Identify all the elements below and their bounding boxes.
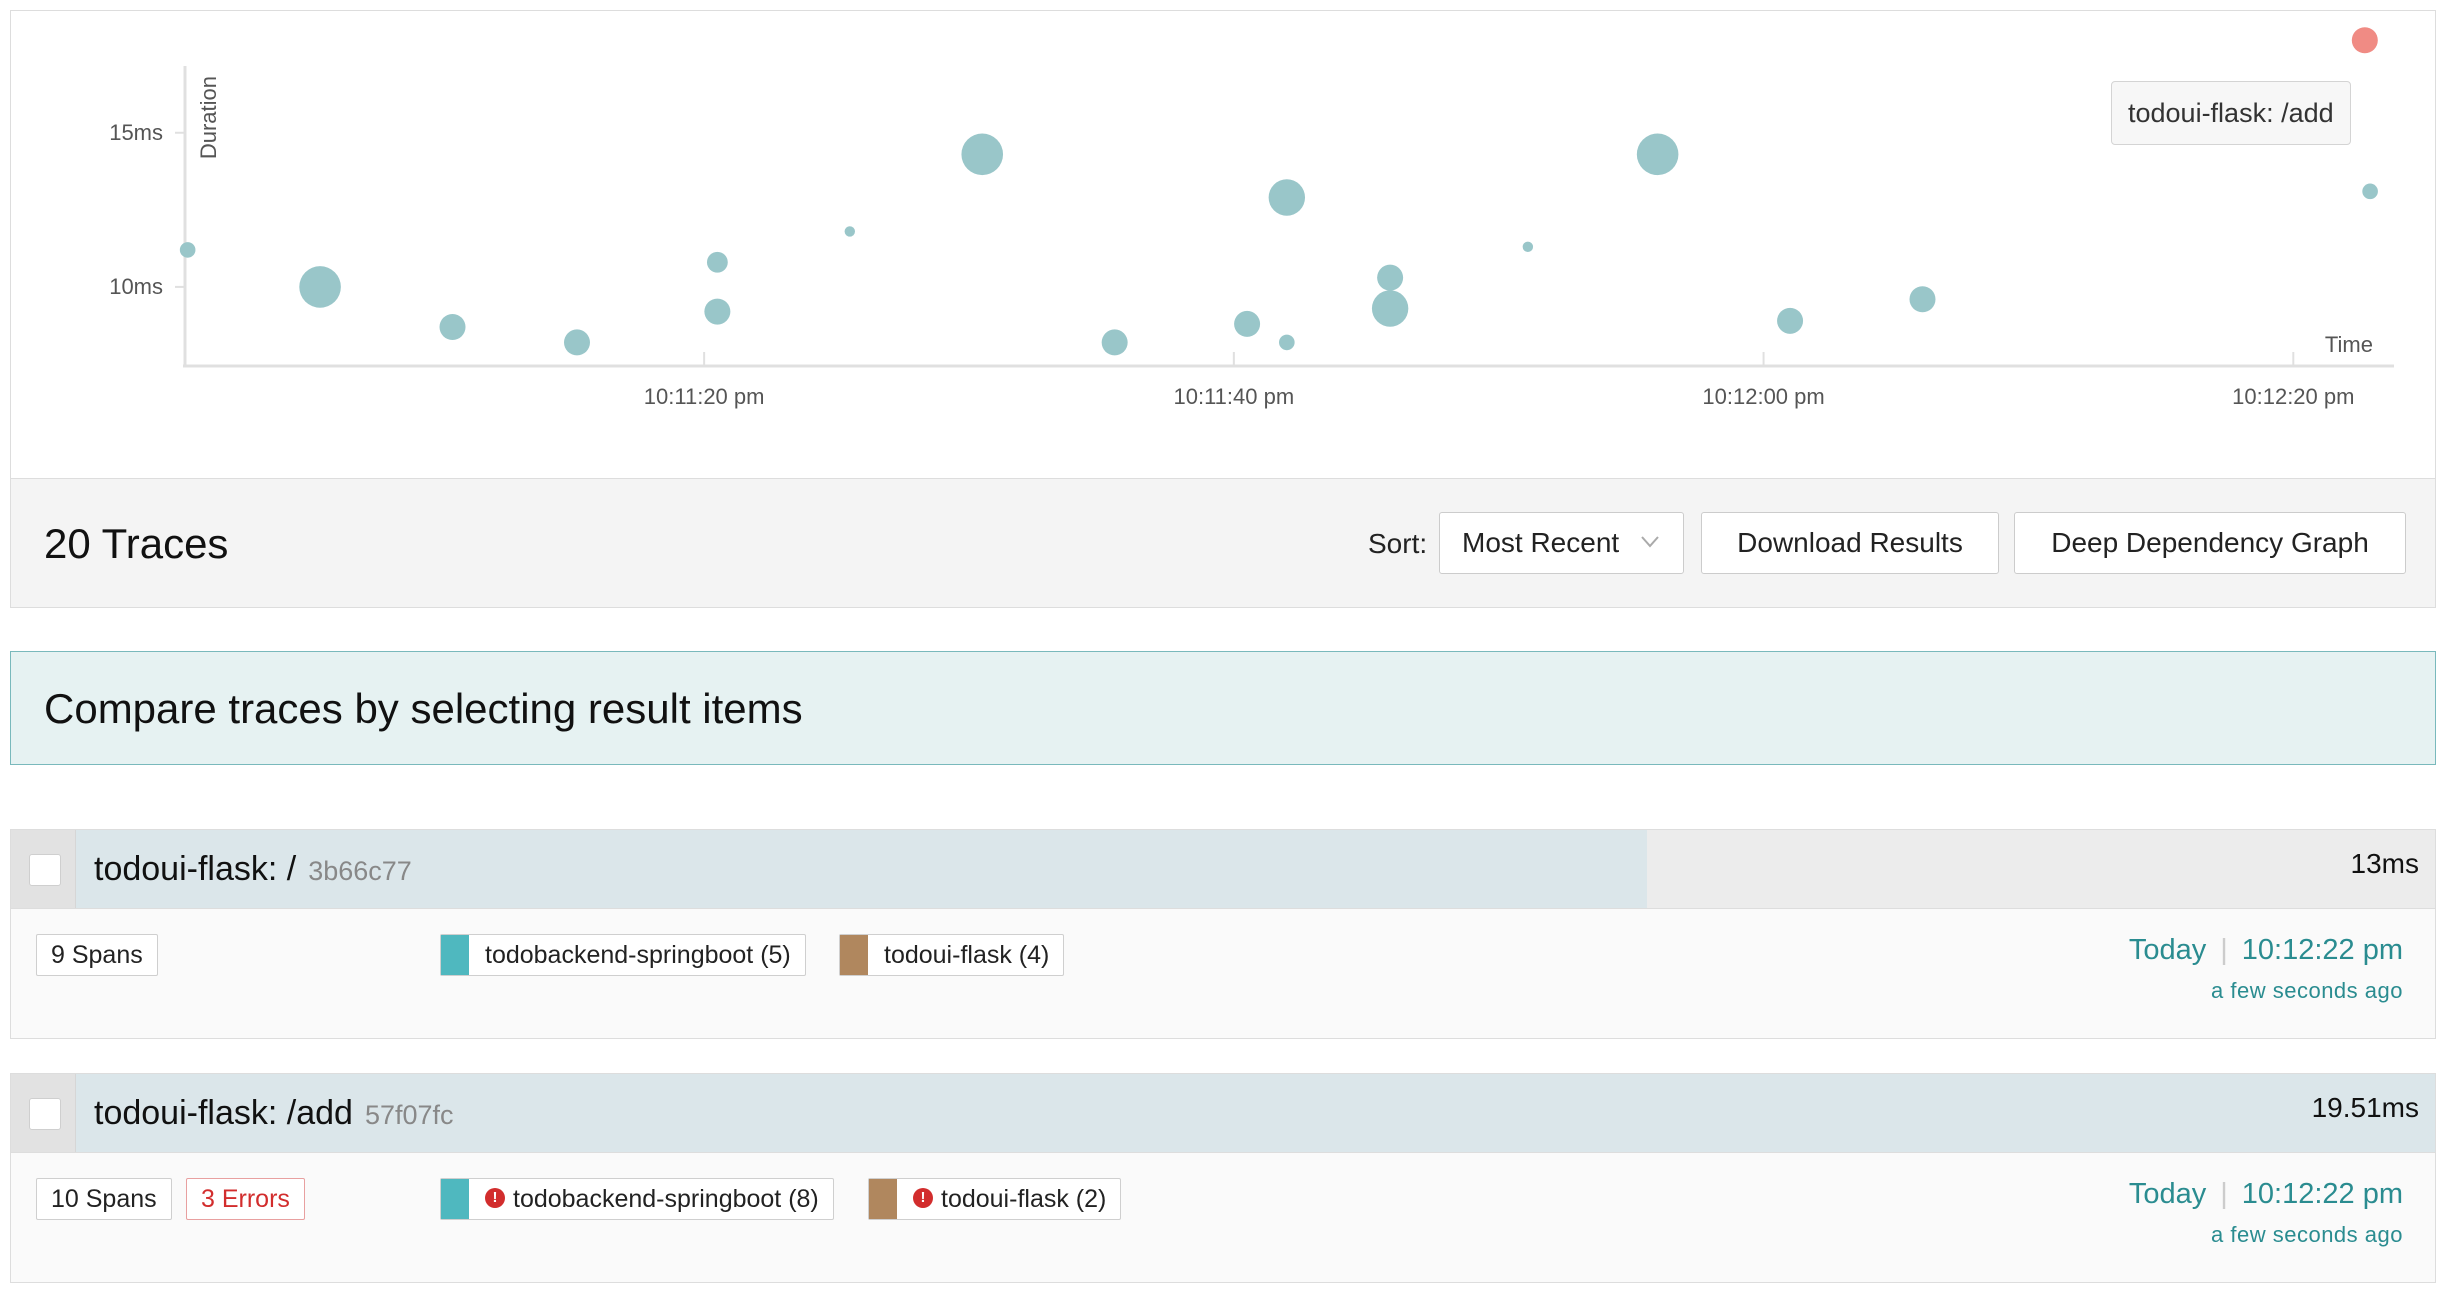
y-axis-label: Duration xyxy=(196,76,221,159)
service-tag: todobackend-springboot (5) xyxy=(440,934,806,976)
trace-point[interactable] xyxy=(1279,334,1295,351)
x-tick-label: 10:11:40 pm xyxy=(1174,384,1295,409)
trace-point[interactable] xyxy=(704,298,731,325)
trace-name: todoui-flask: /add xyxy=(94,1094,353,1132)
trace-name: todoui-flask: / xyxy=(94,850,297,888)
trace-day: Today xyxy=(2128,1178,2207,1210)
trace-day: Today xyxy=(2128,934,2207,966)
trace-scatter-chart: 15ms 10ms 10:11:20 pm 10:11:40 pm 10:12:00 p… xyxy=(10,10,2436,480)
trace-point[interactable] xyxy=(439,314,466,340)
sort-value: Most Recent xyxy=(1462,527,1620,558)
trace-select-checkbox[interactable] xyxy=(29,1098,61,1130)
trace-point[interactable] xyxy=(706,251,728,273)
service-tag: ! todobackend-springboot (8) xyxy=(440,1178,834,1220)
point-tooltip: todoui-flask: /add xyxy=(2111,81,2351,145)
service-color-swatch xyxy=(840,935,868,975)
trace-title[interactable]: todoui-flask: / 3b66c77 xyxy=(94,830,412,910)
service-color-swatch xyxy=(441,935,469,975)
service-tag: ! todoui-flask (2) xyxy=(868,1178,1122,1220)
trace-point[interactable] xyxy=(1371,290,1409,327)
trace-time: 10:12:22 pm xyxy=(2241,1178,2403,1210)
x-tick-label: 10:11:20 pm xyxy=(644,384,765,409)
span-count-badge: 9 Spans xyxy=(36,934,158,976)
trace-id: 3b66c77 xyxy=(308,856,412,886)
trace-point[interactable] xyxy=(844,226,856,237)
service-tag: todoui-flask (4) xyxy=(839,934,1065,976)
trace-point[interactable] xyxy=(961,133,1004,176)
x-tick-label: 10:12:20 pm xyxy=(2232,384,2354,409)
x-axis-label: Time xyxy=(2325,332,2373,357)
service-label: todoui-flask (2) xyxy=(941,1185,1107,1213)
trace-time: 10:12:22 pm xyxy=(2241,934,2403,966)
scatter-plot[interactable]: 15ms 10ms 10:11:20 pm 10:11:40 pm 10:12:00 p… xyxy=(11,11,2435,479)
checkbox-cell xyxy=(11,1074,76,1152)
trace-point[interactable] xyxy=(1522,241,1534,253)
trace-point[interactable] xyxy=(1101,329,1128,356)
trace-duration: 19.51ms xyxy=(2311,1092,2419,1123)
trace-point[interactable] xyxy=(179,242,196,258)
trace-id: 57f07fc xyxy=(364,1100,454,1130)
trace-relative-time: a few seconds ago xyxy=(2211,1222,2403,1247)
trace-result-item[interactable]: todoui-flask: /add 57f07fc 19.51ms 10 Spa… xyxy=(10,1073,2436,1283)
trace-header[interactable]: todoui-flask: / 3b66c77 13ms xyxy=(11,830,2435,909)
trace-point[interactable] xyxy=(1268,179,1306,216)
trace-select-checkbox[interactable] xyxy=(29,854,61,886)
trace-relative-time: a few seconds ago xyxy=(2211,978,2403,1003)
trace-result-item[interactable]: todoui-flask: / 3b66c77 13ms 9 Spans todo… xyxy=(10,829,2436,1039)
trace-point[interactable] xyxy=(1909,286,1936,313)
trace-duration: 13ms xyxy=(2350,848,2419,879)
trace-header[interactable]: todoui-flask: /add 57f07fc 19.51ms xyxy=(11,1074,2435,1153)
compare-banner: Compare traces by selecting result items xyxy=(10,651,2436,765)
trace-timestamp: Today | 10:12:22 pm xyxy=(2128,1178,2403,1210)
error-count-badge: 3 Errors xyxy=(186,1178,305,1220)
highlighted-trace-point[interactable] xyxy=(2351,27,2378,54)
chevron-down-icon xyxy=(1639,513,1661,596)
y-tick-label: 10ms xyxy=(109,274,163,299)
span-count-badge: 10 Spans xyxy=(36,1178,172,1220)
trace-point[interactable] xyxy=(1777,307,1804,334)
service-color-swatch xyxy=(869,1179,897,1219)
service-label: todoui-flask (4) xyxy=(884,941,1050,969)
trace-count-title: 20 Traces xyxy=(44,520,229,567)
results-header: 20 Traces Sort: Most Recent Download Res… xyxy=(10,478,2436,608)
sort-dropdown[interactable]: Most Recent xyxy=(1439,512,1684,574)
trace-point[interactable] xyxy=(1377,264,1404,291)
trace-point[interactable] xyxy=(1234,310,1261,337)
compare-message: Compare traces by selecting result items xyxy=(44,685,803,732)
trace-point[interactable] xyxy=(1636,133,1679,176)
trace-timestamp: Today | 10:12:22 pm xyxy=(2128,934,2403,966)
x-tick-label: 10:12:00 pm xyxy=(1702,384,1824,409)
error-icon: ! xyxy=(913,1188,933,1209)
trace-title[interactable]: todoui-flask: /add 57f07fc xyxy=(94,1074,454,1154)
trace-point[interactable] xyxy=(2362,183,2378,200)
service-label: todobackend-springboot (8) xyxy=(513,1185,819,1213)
checkbox-cell xyxy=(11,830,76,908)
trace-point[interactable] xyxy=(563,329,590,356)
error-icon: ! xyxy=(485,1188,505,1209)
y-tick-label: 15ms xyxy=(109,120,163,145)
deep-dependency-graph-button[interactable]: Deep Dependency Graph xyxy=(2014,512,2406,574)
service-label: todobackend-springboot (5) xyxy=(485,941,791,969)
sort-label: Sort: xyxy=(1368,528,1428,559)
service-color-swatch xyxy=(441,1179,469,1219)
trace-point[interactable] xyxy=(299,266,341,308)
download-results-button[interactable]: Download Results xyxy=(1701,512,1999,574)
